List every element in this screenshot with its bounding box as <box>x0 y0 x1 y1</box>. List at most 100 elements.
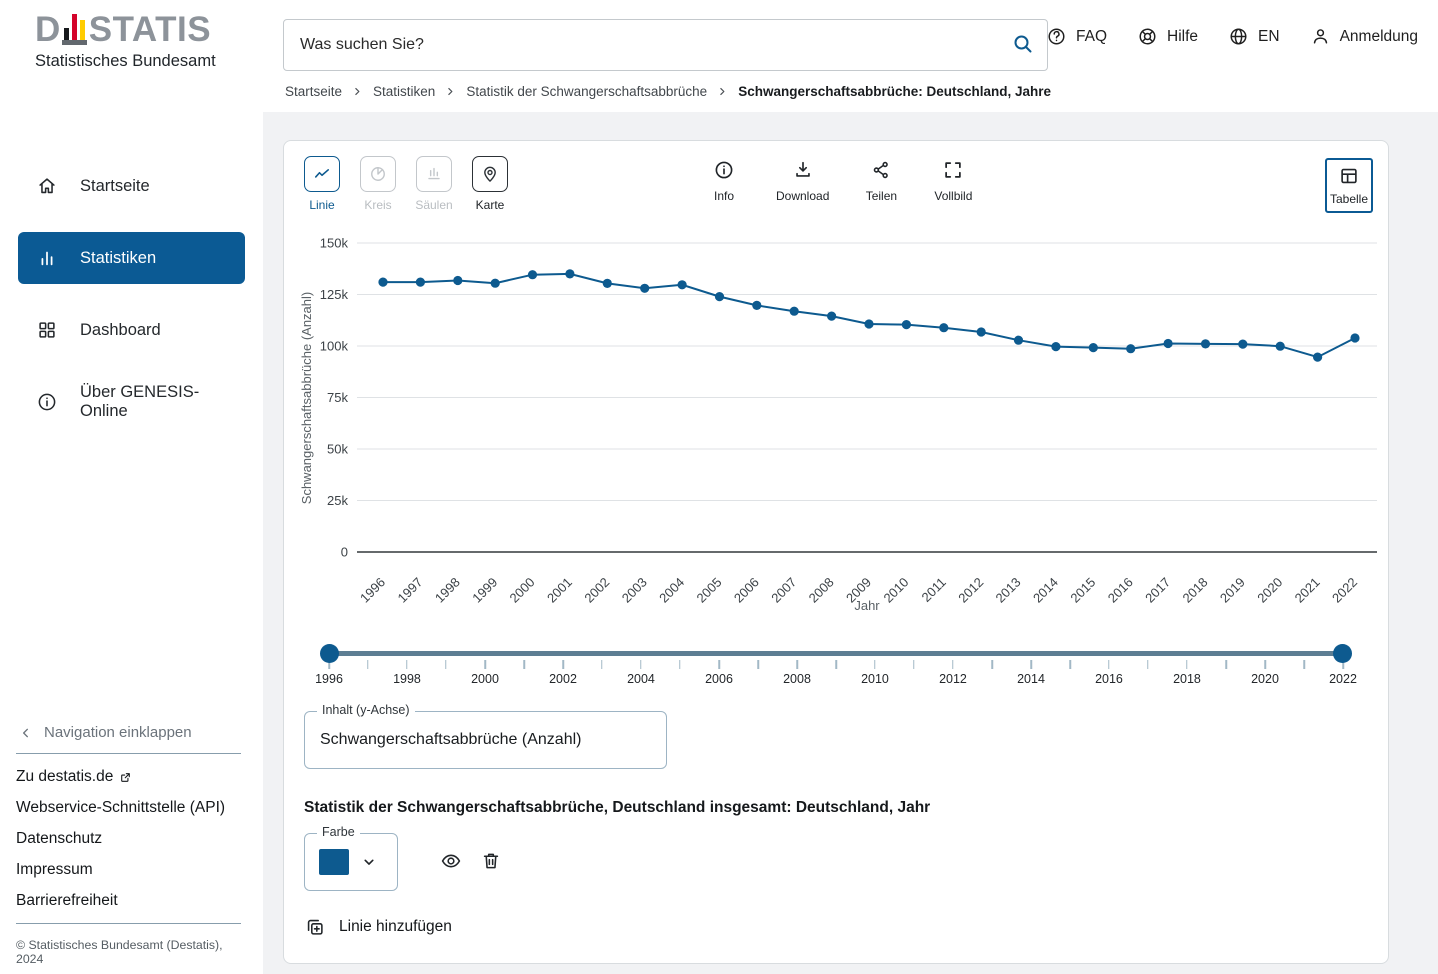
link-datenschutz[interactable]: Datenschutz <box>16 830 241 848</box>
chevron-down-icon <box>359 852 379 872</box>
data-point[interactable] <box>528 270 537 279</box>
search-input[interactable] <box>283 19 1048 71</box>
data-point[interactable] <box>864 319 873 328</box>
data-point[interactable] <box>678 280 687 289</box>
faq-link[interactable]: FAQ <box>1046 26 1107 47</box>
data-point[interactable] <box>1089 343 1098 352</box>
slider-tick <box>367 660 369 669</box>
chevron-left-icon <box>18 725 34 741</box>
color-picker-field[interactable]: Farbe <box>304 833 398 891</box>
data-point[interactable] <box>378 278 387 287</box>
anmeldung-link[interactable]: Anmeldung <box>1310 26 1418 47</box>
table-view-button[interactable]: Tabelle <box>1325 158 1373 213</box>
sidebar-item-statistiken[interactable]: Statistiken <box>18 232 245 284</box>
info-button[interactable]: Info <box>704 159 744 203</box>
slider-tick <box>835 660 837 669</box>
y-axis-content-field[interactable]: Inhalt (y-Achse) Schwangerschaftsabbrüch… <box>304 711 667 769</box>
language-switch[interactable]: EN <box>1228 26 1280 47</box>
chevron-right-icon <box>716 85 729 98</box>
data-point[interactable] <box>603 279 612 288</box>
sidebar-footer: Navigation einklappen Zu destatis.de Web… <box>16 724 241 966</box>
x-tick-label: 2021 <box>1292 575 1323 606</box>
x-axis-title: Jahr <box>854 598 880 613</box>
x-tick-label: 2006 <box>731 575 762 606</box>
data-point[interactable] <box>1201 339 1210 348</box>
slider-tick-label: 2022 <box>1329 672 1357 686</box>
slider-tick-label: 2020 <box>1251 672 1279 686</box>
sidebar: D STATIS Statistisches Bundesamt Startse… <box>0 0 263 974</box>
data-point[interactable] <box>640 284 649 293</box>
breadcrumb: Startseite Statistiken Statistik der Sch… <box>285 84 1051 99</box>
chart-type-karte-button[interactable]: Karte <box>464 156 516 212</box>
data-point[interactable] <box>1238 340 1247 349</box>
data-point[interactable] <box>416 278 425 287</box>
slider-track[interactable] <box>329 651 1343 656</box>
slider-tick-label: 2016 <box>1095 672 1123 686</box>
fullscreen-icon <box>942 159 964 181</box>
x-tick-label: 2007 <box>768 575 799 606</box>
data-point[interactable] <box>715 292 724 301</box>
breadcrumb-current: Schwangerschaftsabbrüche: Deutschland, J… <box>738 84 1051 99</box>
sidebar-item-startseite[interactable]: Startseite <box>18 160 245 212</box>
add-line-button[interactable]: Linie hinzufügen <box>304 916 452 938</box>
link-impressum[interactable]: Impressum <box>16 861 241 879</box>
data-point[interactable] <box>1350 333 1359 342</box>
data-point[interactable] <box>827 312 836 321</box>
breadcrumb-item[interactable]: Statistiken <box>373 84 435 99</box>
x-tick-label: 2000 <box>507 575 538 606</box>
data-point[interactable] <box>1014 336 1023 345</box>
slider-handle-min[interactable] <box>320 644 339 663</box>
search-icon <box>1011 32 1035 56</box>
search-button[interactable] <box>1010 32 1036 58</box>
data-point[interactable] <box>565 269 574 278</box>
color-field-label: Farbe <box>317 825 360 839</box>
sidebar-item-dashboard[interactable]: Dashboard <box>18 304 245 356</box>
data-point[interactable] <box>1313 353 1322 362</box>
sidebar-item-label: Statistiken <box>80 249 156 268</box>
breadcrumb-item[interactable]: Startseite <box>285 84 342 99</box>
fullscreen-button[interactable]: Vollbild <box>933 159 973 203</box>
sidebar-item-label: Dashboard <box>80 321 161 340</box>
chart-type-saeulen-button[interactable]: Säulen <box>408 156 460 212</box>
chevron-right-icon <box>444 85 457 98</box>
data-point[interactable] <box>752 301 761 310</box>
chart-type-linie-button[interactable]: Linie <box>296 156 348 212</box>
toggle-visibility-button[interactable] <box>435 846 467 878</box>
delete-line-button[interactable] <box>475 846 507 878</box>
copyright-text: © Statistisches Bundesamt (Destatis), 20… <box>16 938 241 966</box>
hilfe-link[interactable]: Hilfe <box>1137 26 1198 47</box>
data-point[interactable] <box>939 323 948 332</box>
data-point[interactable] <box>1276 342 1285 351</box>
slider-tick <box>1069 660 1071 669</box>
data-point[interactable] <box>1051 342 1060 351</box>
x-tick-label: 2010 <box>880 575 911 606</box>
data-point[interactable] <box>902 320 911 329</box>
data-point[interactable] <box>453 276 462 285</box>
x-tick-label: 2020 <box>1254 575 1285 606</box>
data-point[interactable] <box>790 307 799 316</box>
y-tick-label: 25k <box>327 493 348 508</box>
slider-tick <box>484 660 486 669</box>
data-point[interactable] <box>491 279 500 288</box>
x-tick-label: 2003 <box>619 575 650 606</box>
breadcrumb-item[interactable]: Statistik der Schwangerschaftsabbrüche <box>466 84 707 99</box>
slider-tick-label: 2014 <box>1017 672 1045 686</box>
collapse-navigation-button[interactable]: Navigation einklappen <box>18 724 241 741</box>
chart-type-kreis-button[interactable]: Kreis <box>352 156 404 212</box>
download-button[interactable]: Download <box>776 159 829 203</box>
y-tick-label: 75k <box>327 390 348 405</box>
collapse-label: Navigation einklappen <box>44 724 192 741</box>
dashboard-grid-icon <box>36 319 58 341</box>
link-webservice-api[interactable]: Webservice-Schnittstelle (API) <box>16 799 241 817</box>
bar-stats-icon <box>36 247 58 269</box>
destatis-logo[interactable]: D STATIS Statistisches Bundesamt <box>35 14 216 71</box>
link-barrierefreiheit[interactable]: Barrierefreiheit <box>16 892 241 910</box>
share-button[interactable]: Teilen <box>861 159 901 203</box>
slider-handle-max[interactable] <box>1333 644 1352 663</box>
sidebar-item-ueber-genesis[interactable]: Über GENESIS-Online <box>18 376 245 428</box>
x-tick-label: 2011 <box>919 575 949 605</box>
link-destatis[interactable]: Zu destatis.de <box>16 768 241 786</box>
data-point[interactable] <box>1126 344 1135 353</box>
data-point[interactable] <box>977 327 986 336</box>
data-point[interactable] <box>1164 339 1173 348</box>
